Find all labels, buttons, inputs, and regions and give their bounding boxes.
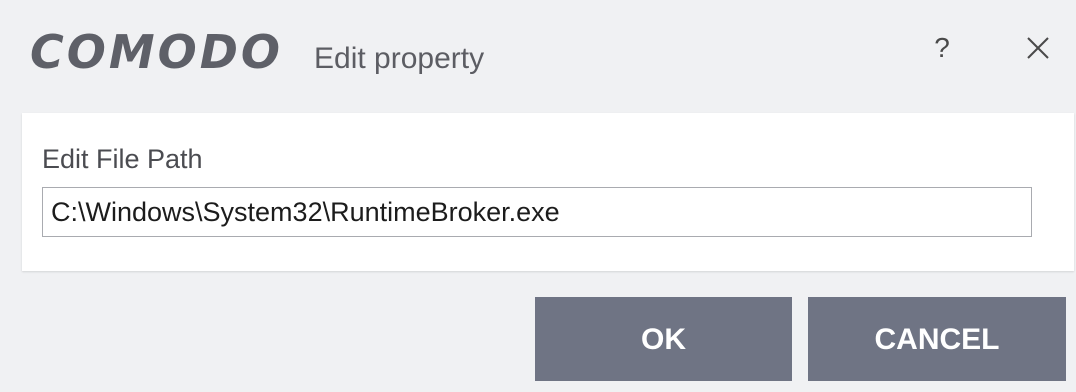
edit-file-path-label: Edit File Path	[42, 144, 203, 174]
close-icon	[1027, 37, 1049, 59]
close-button[interactable]	[1018, 28, 1058, 68]
ok-button[interactable]: OK	[535, 297, 792, 381]
dialog-title: Edit property	[314, 42, 485, 75]
file-path-input[interactable]	[42, 187, 1032, 237]
cancel-button[interactable]: CANCEL	[808, 297, 1066, 381]
edit-property-dialog: COMODO Edit property ? Edit File Path OK…	[0, 0, 1076, 392]
file-path-panel: Edit File Path	[22, 113, 1074, 271]
comodo-logo: COMODO	[30, 25, 284, 79]
title-bar: COMODO Edit property ?	[0, 0, 1076, 105]
help-button[interactable]: ?	[922, 28, 962, 68]
